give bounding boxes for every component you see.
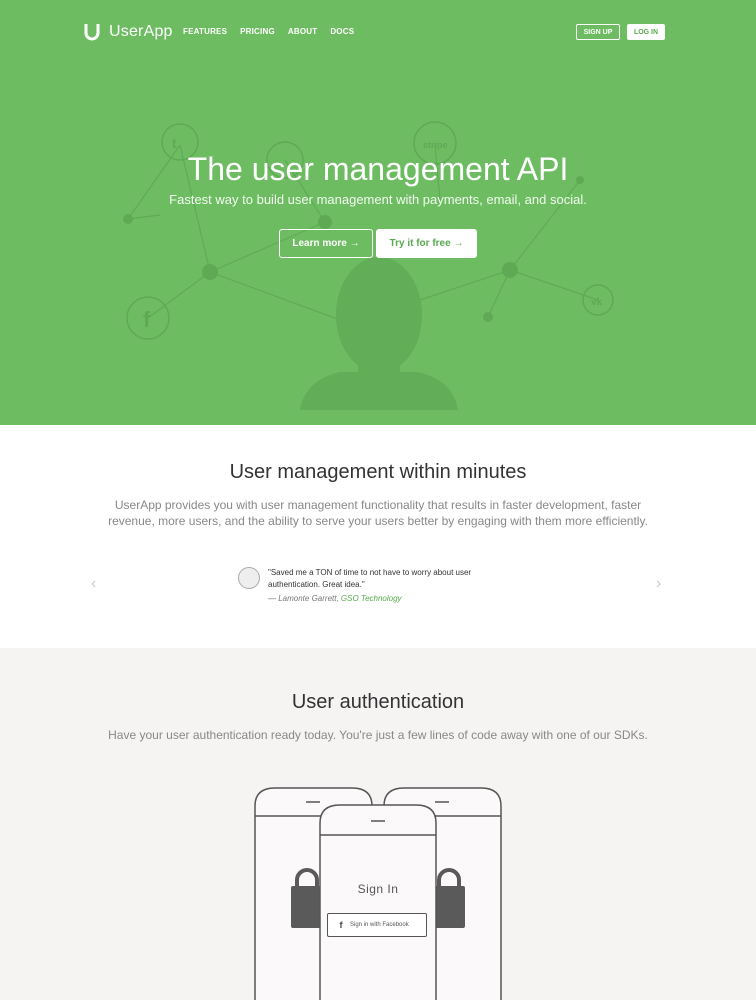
magnet-logo-icon xyxy=(84,24,100,41)
testimonial-quote: "Saved me a TON of time to not have to w… xyxy=(268,568,472,589)
top-nav: UserApp FEATURES PRICING ABOUT DOCS SIGN… xyxy=(0,0,756,64)
svg-text:stripe: stripe xyxy=(423,140,448,150)
logo[interactable]: UserApp xyxy=(84,22,173,42)
signup-button[interactable]: SIGN UP xyxy=(576,24,620,40)
testimonial-author: — Lamonte Garrett, GSO Technology xyxy=(268,594,508,603)
learn-more-button[interactable]: Learn more → xyxy=(279,229,373,258)
hero-title: The user management API xyxy=(187,151,569,187)
svg-text:f: f xyxy=(143,307,151,332)
nav-links: FEATURES PRICING ABOUT DOCS xyxy=(183,27,367,36)
nav-link-pricing[interactable]: PRICING xyxy=(240,27,275,36)
avatar xyxy=(238,567,260,589)
auth-section: User authentication Have your user authe… xyxy=(0,648,756,1000)
facebook-icon: f xyxy=(339,920,343,930)
testimonial-author-name: — Lamonte Garrett, xyxy=(268,594,341,603)
nav-link-features[interactable]: FEATURES xyxy=(183,27,227,36)
nav-link-docs[interactable]: DOCS xyxy=(330,27,354,36)
login-button[interactable]: LOG IN xyxy=(627,24,665,40)
logo-text: UserApp xyxy=(109,23,173,40)
svg-text:t: t xyxy=(172,135,177,151)
features-section: User management within minutes UserApp p… xyxy=(0,425,756,648)
facebook-signin-label: Sign in with Facebook xyxy=(350,922,409,928)
carousel-prev-icon[interactable]: ‹ xyxy=(91,575,96,593)
svg-text:vk: vk xyxy=(591,297,603,308)
try-free-button[interactable]: Try it for free → xyxy=(376,229,477,258)
nav-link-about[interactable]: ABOUT xyxy=(288,27,317,36)
features-description: UserApp provides you with user managemen… xyxy=(108,498,648,528)
hero-subtitle: Fastest way to build user management wit… xyxy=(169,192,587,207)
testimonial-company-link[interactable]: GSO Technology xyxy=(341,594,402,603)
hero-section: t f stripe vk UserApp FEATURES PRICING A… xyxy=(0,0,756,425)
phones-illustration xyxy=(254,787,502,1000)
signin-label: Sign In xyxy=(357,882,399,896)
features-title: User management within minutes xyxy=(229,461,527,483)
carousel-next-icon[interactable]: › xyxy=(656,575,661,593)
facebook-signin-button[interactable]: f Sign in with Facebook xyxy=(327,913,427,937)
